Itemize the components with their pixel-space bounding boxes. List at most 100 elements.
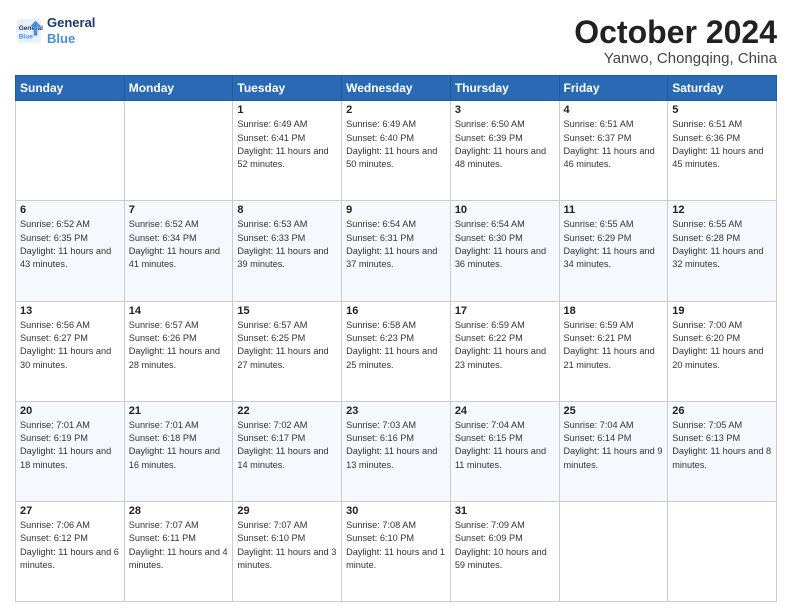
day-info: Sunrise: 7:04 AMSunset: 6:14 PMDaylight:… (564, 419, 664, 472)
calendar-cell: 19 Sunrise: 7:00 AMSunset: 6:20 PMDayligh… (668, 301, 777, 401)
calendar-cell: 4Sunrise: 6:51 AMSunset: 6:37 PMDaylight… (559, 101, 668, 201)
month-title: October 2024 (574, 15, 777, 50)
day-info: Sunrise: 7:07 AMSunset: 6:10 PMDaylight:… (237, 519, 337, 572)
day-number: 13 (20, 305, 120, 317)
day-number: 24 (455, 405, 555, 417)
day-info: Sunrise: 7:01 AMSunset: 6:19 PMDaylight:… (20, 419, 120, 472)
calendar-cell: 5 Sunrise: 6:51 AMSunset: 6:36 PMDaylight… (668, 101, 777, 201)
page: General Blue General Blue October 2024 Y… (0, 0, 792, 612)
day-info: Sunrise: 6:55 AMSunset: 6:29 PMDaylight:… (564, 218, 664, 271)
day-number: 22 (237, 405, 337, 417)
weekday-header-saturday: Saturday (668, 76, 777, 101)
day-number: 3 (455, 104, 555, 116)
calendar-cell: 29 Sunrise: 7:07 AMSunset: 6:10 PMDayligh… (233, 501, 342, 601)
calendar-cell: 27 Sunrise: 7:06 AMSunset: 6:12 PMDayligh… (16, 501, 125, 601)
svg-text:Blue: Blue (19, 33, 33, 40)
calendar-cell: 31Sunrise: 7:09 AMSunset: 6:09 PMDayligh… (450, 501, 559, 601)
location: Yanwo, Chongqing, China (574, 50, 777, 67)
day-info: Sunrise: 6:53 AMSunset: 6:33 PMDaylight:… (237, 218, 337, 271)
day-number: 12 (672, 204, 772, 216)
calendar-cell: 13 Sunrise: 6:56 AMSunset: 6:27 PMDayligh… (16, 301, 125, 401)
day-number: 29 (237, 505, 337, 517)
day-info: Sunrise: 6:51 AMSunset: 6:37 PMDaylight:… (564, 118, 664, 171)
day-number: 20 (20, 405, 120, 417)
day-info: Sunrise: 6:50 AMSunset: 6:39 PMDaylight:… (455, 118, 555, 171)
day-number: 26 (672, 405, 772, 417)
calendar-cell: 25 Sunrise: 7:04 AMSunset: 6:14 PMDayligh… (559, 401, 668, 501)
day-info: Sunrise: 7:09 AMSunset: 6:09 PMDaylight:… (455, 519, 555, 572)
weekday-header-thursday: Thursday (450, 76, 559, 101)
calendar-cell: 9 Sunrise: 6:54 AMSunset: 6:31 PMDaylight… (342, 201, 451, 301)
day-number: 27 (20, 505, 120, 517)
day-number: 19 (672, 305, 772, 317)
calendar-cell: 21Sunrise: 7:01 AMSunset: 6:18 PMDayligh… (124, 401, 233, 501)
day-number: 10 (455, 204, 555, 216)
calendar-cell: 15 Sunrise: 6:57 AMSunset: 6:25 PMDayligh… (233, 301, 342, 401)
day-info: Sunrise: 6:57 AMSunset: 6:25 PMDaylight:… (237, 319, 337, 372)
day-info: Sunrise: 6:59 AMSunset: 6:21 PMDaylight:… (564, 319, 664, 372)
day-number: 8 (237, 204, 337, 216)
calendar-cell: 2Sunrise: 6:49 AMSunset: 6:40 PMDaylight… (342, 101, 451, 201)
day-info: Sunrise: 6:59 AMSunset: 6:22 PMDaylight:… (455, 319, 555, 372)
calendar-cell: 7Sunrise: 6:52 AMSunset: 6:34 PMDaylight… (124, 201, 233, 301)
day-number: 6 (20, 204, 120, 216)
logo: General Blue General Blue (15, 15, 95, 46)
day-info: Sunrise: 6:51 AMSunset: 6:36 PMDaylight:… (672, 118, 772, 171)
day-info: Sunrise: 6:49 AMSunset: 6:41 PMDaylight:… (237, 118, 337, 171)
day-number: 5 (672, 104, 772, 116)
weekday-header-sunday: Sunday (16, 76, 125, 101)
day-info: Sunrise: 7:08 AMSunset: 6:10 PMDaylight:… (346, 519, 446, 572)
calendar-cell: 10 Sunrise: 6:54 AMSunset: 6:30 PMDayligh… (450, 201, 559, 301)
calendar-table: SundayMondayTuesdayWednesdayThursdayFrid… (15, 75, 777, 602)
logo-text: General Blue (47, 15, 95, 46)
calendar-week-4: 20 Sunrise: 7:01 AMSunset: 6:19 PMDayligh… (16, 401, 777, 501)
day-info: Sunrise: 7:04 AMSunset: 6:15 PMDaylight:… (455, 419, 555, 472)
day-number: 1 (237, 104, 337, 116)
calendar-cell: 30 Sunrise: 7:08 AMSunset: 6:10 PMDayligh… (342, 501, 451, 601)
calendar-cell: 16Sunrise: 6:58 AMSunset: 6:23 PMDayligh… (342, 301, 451, 401)
day-number: 14 (129, 305, 229, 317)
calendar-cell (16, 101, 125, 201)
calendar-cell (668, 501, 777, 601)
day-number: 28 (129, 505, 229, 517)
day-info: Sunrise: 6:55 AMSunset: 6:28 PMDaylight:… (672, 218, 772, 271)
calendar-cell: 6Sunrise: 6:52 AMSunset: 6:35 PMDaylight… (16, 201, 125, 301)
day-info: Sunrise: 7:00 AMSunset: 6:20 PMDaylight:… (672, 319, 772, 372)
weekday-header-tuesday: Tuesday (233, 76, 342, 101)
day-number: 30 (346, 505, 446, 517)
day-info: Sunrise: 7:06 AMSunset: 6:12 PMDaylight:… (20, 519, 120, 572)
day-number: 11 (564, 204, 664, 216)
day-number: 25 (564, 405, 664, 417)
calendar-cell: 11 Sunrise: 6:55 AMSunset: 6:29 PMDayligh… (559, 201, 668, 301)
day-info: Sunrise: 6:56 AMSunset: 6:27 PMDaylight:… (20, 319, 120, 372)
calendar-week-3: 13 Sunrise: 6:56 AMSunset: 6:27 PMDayligh… (16, 301, 777, 401)
calendar-cell: 24 Sunrise: 7:04 AMSunset: 6:15 PMDayligh… (450, 401, 559, 501)
day-number: 15 (237, 305, 337, 317)
calendar-cell: 20 Sunrise: 7:01 AMSunset: 6:19 PMDayligh… (16, 401, 125, 501)
calendar-cell: 28 Sunrise: 7:07 AMSunset: 6:11 PMDayligh… (124, 501, 233, 601)
day-info: Sunrise: 6:54 AMSunset: 6:31 PMDaylight:… (346, 218, 446, 271)
calendar-cell: 12 Sunrise: 6:55 AMSunset: 6:28 PMDayligh… (668, 201, 777, 301)
day-number: 2 (346, 104, 446, 116)
calendar-cell (124, 101, 233, 201)
calendar-cell: 17 Sunrise: 6:59 AMSunset: 6:22 PMDayligh… (450, 301, 559, 401)
weekday-header-monday: Monday (124, 76, 233, 101)
day-info: Sunrise: 7:05 AMSunset: 6:13 PMDaylight:… (672, 419, 772, 472)
day-number: 9 (346, 204, 446, 216)
day-number: 17 (455, 305, 555, 317)
day-info: Sunrise: 7:07 AMSunset: 6:11 PMDaylight:… (129, 519, 229, 572)
calendar-cell: 1 Sunrise: 6:49 AMSunset: 6:41 PMDaylight… (233, 101, 342, 201)
calendar-week-2: 6Sunrise: 6:52 AMSunset: 6:35 PMDaylight… (16, 201, 777, 301)
day-number: 7 (129, 204, 229, 216)
weekday-header-wednesday: Wednesday (342, 76, 451, 101)
day-number: 23 (346, 405, 446, 417)
calendar-cell: 22Sunrise: 7:02 AMSunset: 6:17 PMDayligh… (233, 401, 342, 501)
calendar-header-row: SundayMondayTuesdayWednesdayThursdayFrid… (16, 76, 777, 101)
header: General Blue General Blue October 2024 Y… (15, 15, 777, 67)
calendar-cell (559, 501, 668, 601)
day-info: Sunrise: 6:57 AMSunset: 6:26 PMDaylight:… (129, 319, 229, 372)
weekday-header-friday: Friday (559, 76, 668, 101)
title-block: October 2024 Yanwo, Chongqing, China (574, 15, 777, 67)
day-info: Sunrise: 6:54 AMSunset: 6:30 PMDaylight:… (455, 218, 555, 271)
calendar-cell: 26 Sunrise: 7:05 AMSunset: 6:13 PMDayligh… (668, 401, 777, 501)
